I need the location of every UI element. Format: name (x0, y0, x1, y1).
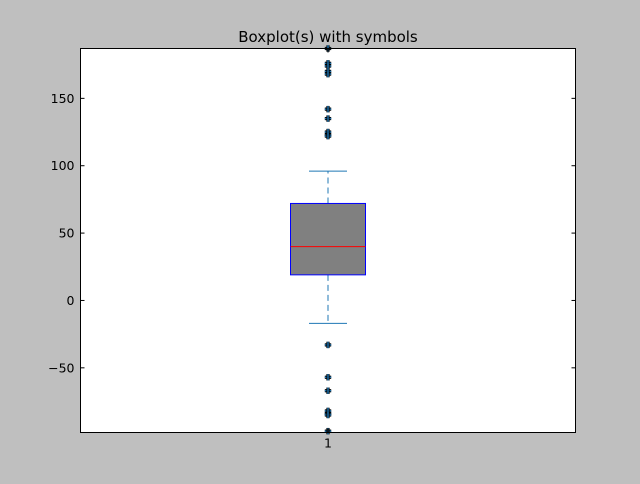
y-tick-label: −50 (48, 360, 74, 375)
chart-title: Boxplot(s) with symbols (238, 28, 418, 46)
y-tick-label: 150 (51, 91, 75, 106)
chart-figure: Boxplot(s) with symbols −50 0 50 100 150 1 (0, 0, 640, 480)
box-iqr (290, 202, 366, 276)
x-tick-label: 1 (324, 436, 332, 451)
y-tick-label: 0 (67, 293, 75, 308)
y-tick-label: 100 (51, 158, 75, 173)
boxplot-chart: Boxplot(s) with symbols −50 0 50 100 150 1 (48, 28, 576, 451)
y-tick-label: 50 (59, 226, 75, 241)
